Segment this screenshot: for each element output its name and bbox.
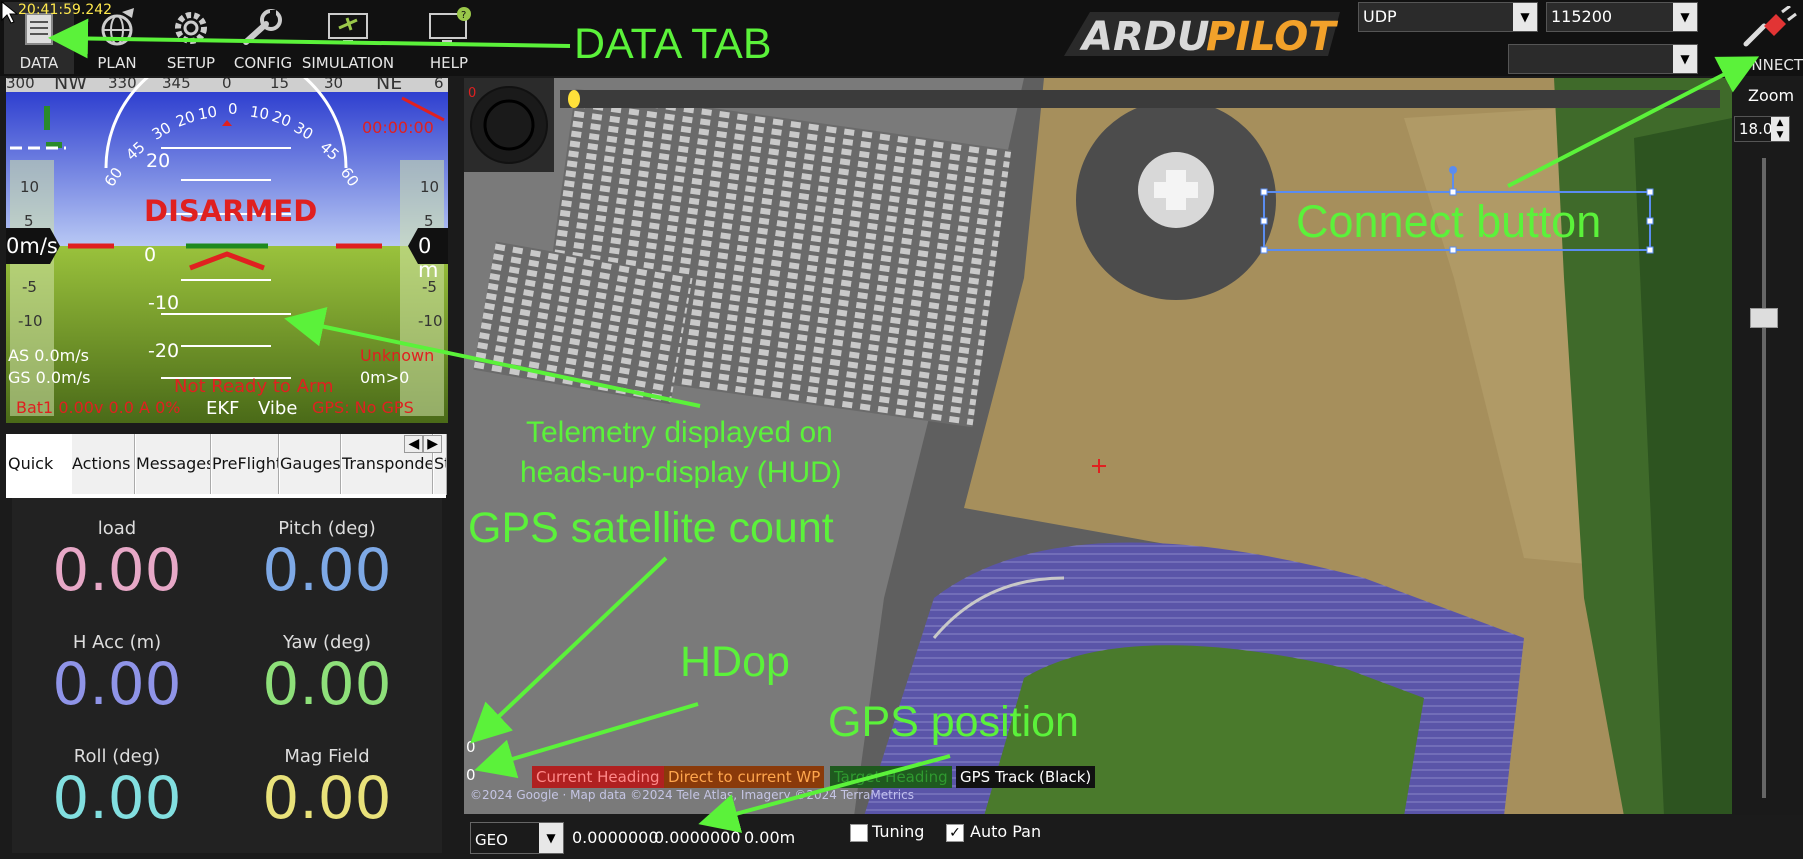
arrow-hud (284, 307, 701, 408)
arrow-connect (1507, 56, 1760, 188)
arrow-data-tab (48, 18, 571, 59)
annotation-telemetry-line2: heads-up-display (HUD) (520, 456, 842, 489)
arrow-gps-sat (470, 556, 668, 744)
arrow-hdop (474, 702, 699, 779)
annotation-hdop: HDop (680, 638, 790, 686)
annotation-telemetry-line1: Telemetry displayed on (526, 416, 833, 449)
annotation-connect-button: Connect button (1296, 196, 1602, 247)
arrow-gps-pos (698, 754, 951, 833)
annotation-data-tab: DATA TAB (574, 20, 772, 68)
annotation-gps-position: GPS position (828, 698, 1079, 746)
annotation-gps-sat: GPS satellite count (468, 504, 834, 552)
